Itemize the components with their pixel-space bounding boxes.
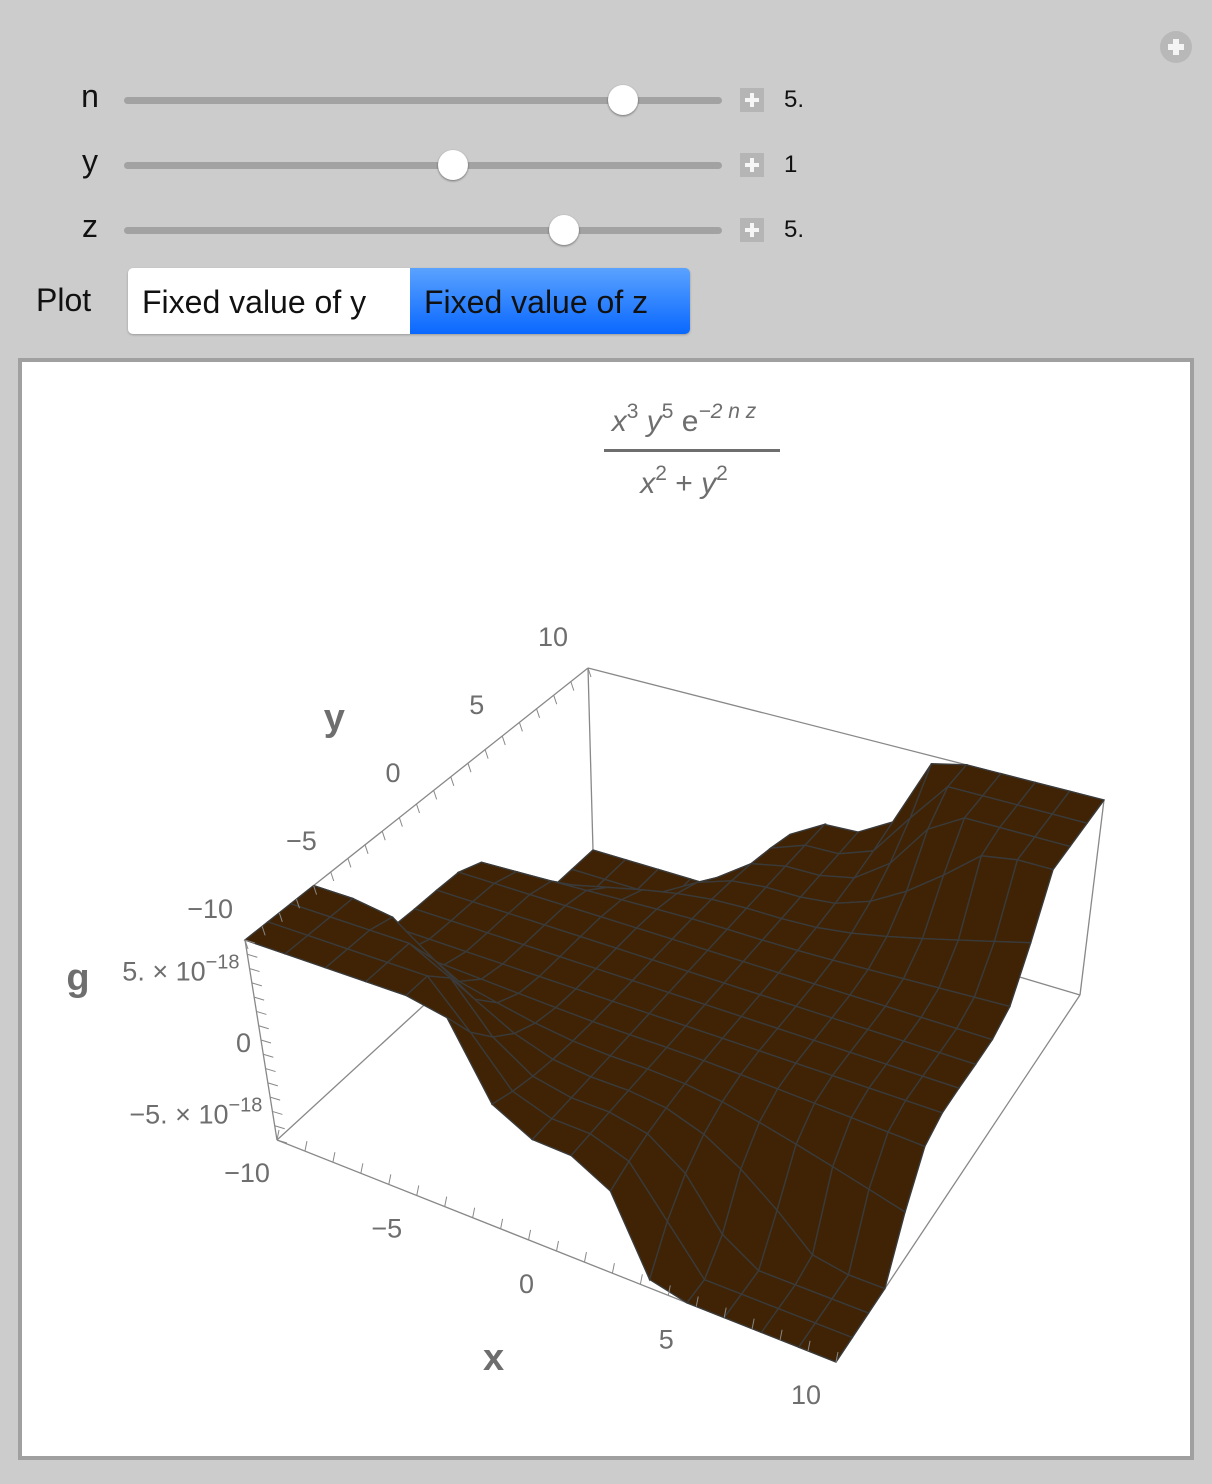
g-tick bbox=[274, 1125, 285, 1130]
y-tick bbox=[518, 722, 523, 732]
x-tick bbox=[444, 1196, 448, 1207]
x-tick bbox=[583, 1252, 587, 1263]
y-tick bbox=[398, 817, 403, 827]
x-tick bbox=[639, 1274, 643, 1285]
y-tick bbox=[364, 844, 369, 854]
g-tick bbox=[269, 1096, 281, 1101]
x-tick bbox=[611, 1263, 615, 1274]
y-tick-label: 0 bbox=[385, 758, 400, 788]
y-tick-label: −10 bbox=[187, 894, 233, 924]
x-tick bbox=[360, 1163, 364, 1174]
g-tick bbox=[265, 1068, 276, 1073]
g-tick bbox=[251, 982, 263, 987]
y-tick bbox=[536, 708, 541, 718]
y-tick-label: 5 bbox=[469, 690, 484, 720]
y-tick bbox=[347, 858, 352, 868]
y-tick-label: −5 bbox=[286, 826, 317, 856]
g-tick bbox=[247, 953, 258, 958]
y-tick bbox=[330, 871, 335, 882]
y-tick bbox=[484, 749, 489, 759]
x-tick bbox=[304, 1141, 308, 1152]
y-tick bbox=[553, 695, 558, 705]
g-tick-label: −5. × 10−18 bbox=[129, 1094, 262, 1129]
y-tick bbox=[433, 790, 438, 800]
x-tick bbox=[388, 1174, 392, 1185]
g-tick-label: 5. × 10−18 bbox=[122, 952, 239, 987]
g-tick bbox=[256, 1010, 267, 1015]
x-tick bbox=[332, 1152, 336, 1163]
g-tick bbox=[263, 1053, 274, 1058]
x-tick bbox=[500, 1218, 504, 1229]
surface-plot[interactable]: −10 −5 0 5 10 y −10 −5 0 5 10 x 5. × 10−18 0 −5. × 10−… bbox=[0, 0, 1212, 1484]
x-tick-label: −5 bbox=[371, 1214, 402, 1244]
box-edge bbox=[587, 667, 594, 851]
g-tick bbox=[260, 1039, 272, 1044]
y-tick bbox=[501, 735, 506, 746]
x-axis-label: x bbox=[483, 1337, 504, 1379]
g-tick bbox=[249, 968, 260, 973]
x-tick-label: 0 bbox=[519, 1269, 534, 1299]
y-tick bbox=[467, 763, 472, 773]
y-tick bbox=[381, 831, 386, 841]
y-tick-label: 10 bbox=[538, 622, 568, 652]
y-tick bbox=[416, 803, 420, 814]
g-tick bbox=[253, 996, 265, 1001]
x-tick bbox=[416, 1185, 420, 1196]
g-tick-label: 0 bbox=[236, 1028, 251, 1058]
x-tick bbox=[472, 1207, 476, 1218]
y-tick bbox=[450, 776, 455, 786]
x-tick bbox=[528, 1229, 532, 1240]
g-tick bbox=[267, 1082, 279, 1087]
g-tick bbox=[272, 1110, 283, 1115]
box-edge bbox=[1079, 799, 1105, 996]
x-tick-label: 5 bbox=[659, 1325, 674, 1355]
g-tick bbox=[258, 1025, 269, 1030]
g-axis-label: g bbox=[66, 957, 89, 999]
y-tick bbox=[570, 681, 575, 691]
y-axis-label: y bbox=[324, 697, 345, 739]
x-tick-label: −10 bbox=[224, 1158, 270, 1188]
x-tick-label: 10 bbox=[791, 1380, 821, 1410]
x-tick bbox=[556, 1240, 559, 1252]
